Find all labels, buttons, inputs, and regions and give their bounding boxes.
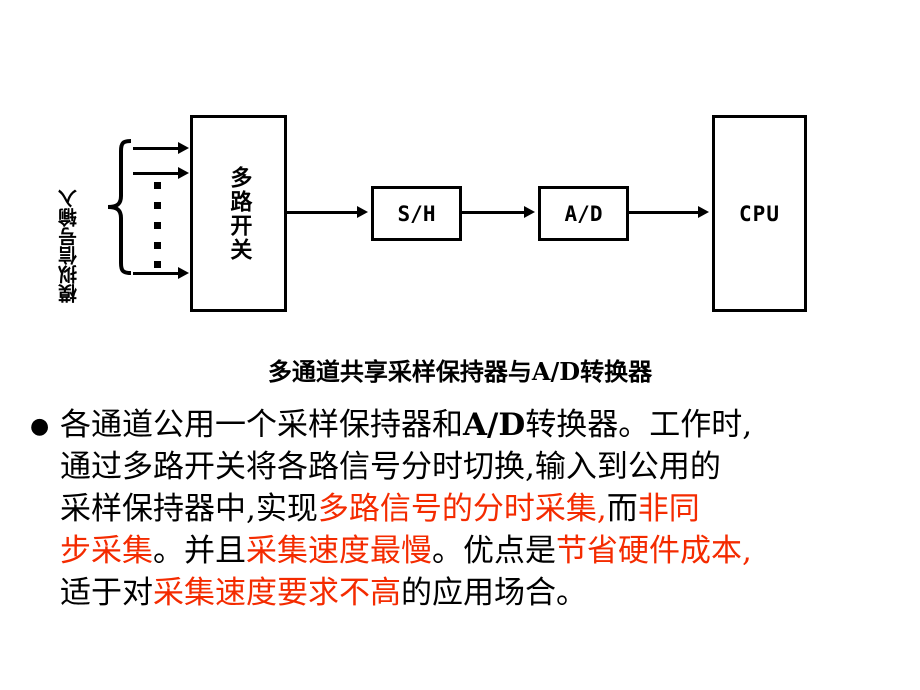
input-arrow-head-2 xyxy=(178,167,189,179)
analog-signal-input-label: 模拟信号输入 xyxy=(58,189,80,303)
block-sample-hold-label: S/H xyxy=(397,201,436,226)
block-sample-hold[interactable]: S/H xyxy=(371,186,462,241)
line1-seg2: A/D xyxy=(463,407,526,443)
text-line-4: 步采集。并且采集速度最慢。优点是节省硬件成本, xyxy=(60,530,910,572)
line1-seg3: 转换器。工作时, xyxy=(525,407,753,443)
ellipsis-dot xyxy=(154,182,161,189)
mux-to-sh-line xyxy=(287,211,362,214)
mux-to-sh-arrow xyxy=(357,206,368,218)
block-multiplexer[interactable]: 多路开关 xyxy=(190,115,287,312)
line3-seg1: 采样保持器中,实现 xyxy=(60,491,318,527)
line4-seg1: 步采集 xyxy=(60,533,153,569)
ellipsis-dot xyxy=(154,261,161,268)
line4-seg5: 节省硬件成本, xyxy=(556,533,752,569)
diagram-caption: 多通道共享采样保持器与A/D转换器 xyxy=(267,357,653,386)
line1-seg1: 各通道公用一个采样保持器和 xyxy=(60,407,463,443)
paragraph: 各通道公用一个采样保持器和A/D转换器。工作时, 通过多路开关将各路信号分时切换… xyxy=(60,404,910,614)
input-arrow-head-3 xyxy=(178,267,189,279)
block-cpu-label: CPU xyxy=(739,201,780,226)
block-adc[interactable]: A/D xyxy=(538,186,629,241)
block-cpu[interactable]: CPU xyxy=(712,115,807,312)
line3-seg2: 多路信号的分时采集, xyxy=(317,491,607,527)
text-line-2: 通过多路开关将各路信号分时切换,输入到公用的 xyxy=(60,446,910,488)
block-diagram: 模拟信号输入 多路开关 S/H A/D CPU xyxy=(0,0,920,345)
ellipsis-dot xyxy=(154,242,161,249)
line2-seg1: 通过多路开关将各路信号分时切换,输入到公用的 xyxy=(60,449,721,485)
ellipsis-dot xyxy=(154,222,161,229)
slide-canvas: 模拟信号输入 多路开关 S/H A/D CPU 多通道共享采样保持器与A/D转换… xyxy=(0,0,920,690)
line3-seg3: 而 xyxy=(606,491,638,527)
line3-seg4: 非同 xyxy=(637,491,700,527)
line4-seg3: 采集速度最慢 xyxy=(246,533,432,569)
sh-to-ad-arrow xyxy=(524,206,535,218)
input-ellipsis-dots xyxy=(154,182,163,268)
block-multiplexer-label: 多路开关 xyxy=(226,165,252,262)
bullet-icon: ● xyxy=(30,414,50,439)
ad-to-cpu-line xyxy=(629,211,701,214)
ad-to-cpu-arrow xyxy=(698,206,709,218)
input-arrow-head-1 xyxy=(178,142,189,154)
text-line-5: 适于对采集速度要求不高的应用场合。 xyxy=(60,572,910,614)
line4-seg4: 。优点是 xyxy=(432,533,556,569)
text-line-3: 采样保持器中,实现多路信号的分时采集,而非同 xyxy=(60,488,910,530)
line5-seg2: 采集速度要求不高 xyxy=(153,575,401,611)
line5-seg1: 适于对 xyxy=(60,575,153,611)
text-line-1: 各通道公用一个采样保持器和A/D转换器。工作时, xyxy=(60,404,910,446)
sh-to-ad-line xyxy=(462,211,528,214)
ellipsis-dot xyxy=(154,202,161,209)
block-adc-label: A/D xyxy=(564,201,603,226)
body-text-block: ● 各通道公用一个采样保持器和A/D转换器。工作时, 通过多路开关将各路信号分时… xyxy=(30,404,910,614)
line5-seg3: 的应用场合。 xyxy=(401,575,587,611)
input-brace xyxy=(105,138,133,276)
line4-seg2: 。并且 xyxy=(153,533,246,569)
